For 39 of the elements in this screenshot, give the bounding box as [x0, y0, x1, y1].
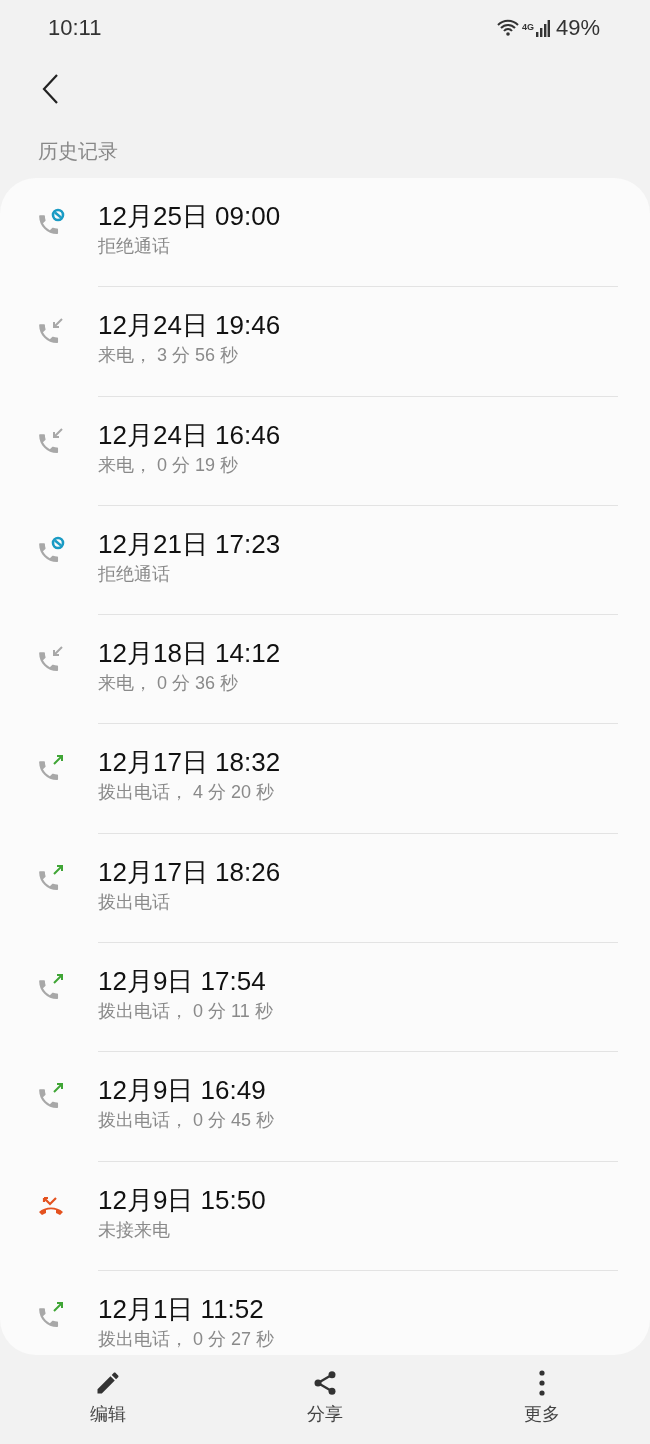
call-detail: 拒绝通话	[98, 235, 171, 258]
call-datetime: 12月17日 18:26	[98, 855, 282, 888]
call-detail: 拨出电话， 4 分 20 秒	[98, 781, 276, 805]
call-datetime: 12月21日 17:23	[98, 527, 282, 560]
call-detail: 拨出电话， 0 分 11 秒	[98, 1000, 274, 1024]
rejected-call-icon	[36, 206, 66, 236]
call-detail: 拨出电话， 0 分 45 秒	[98, 1109, 276, 1133]
more-icon	[536, 1369, 547, 1397]
outgoing-call-icon	[36, 971, 66, 1002]
signal-icon	[535, 18, 550, 37]
section-title: 历史记录	[38, 138, 118, 164]
call-datetime: 12月24日 19:46	[98, 309, 282, 342]
call-datetime: 12月9日 16:49	[98, 1074, 267, 1107]
call-datetime: 12月17日 18:32	[98, 746, 282, 779]
toolbar-button[interactable]: 编辑	[0, 1355, 217, 1444]
toolbar-button[interactable]: 更多	[433, 1355, 650, 1444]
call-datetime: 12月1日 11:52	[98, 1292, 265, 1325]
network-type: 4G	[521, 21, 534, 34]
back-icon	[41, 73, 59, 105]
call-detail: 拒绝通话	[98, 562, 171, 586]
toolbar-button[interactable]: 分享	[216, 1355, 434, 1444]
call-datetime: 12月25日 09:00	[98, 200, 282, 232]
outgoing-call-icon	[36, 1080, 66, 1111]
call-datetime: 12月9日 17:54	[98, 965, 267, 998]
call-detail: 拨出电话， 0 分 27 秒	[98, 1327, 276, 1351]
call-detail: 来电， 0 分 19 秒	[98, 453, 240, 477]
incoming-call-icon	[36, 315, 66, 346]
call-detail: 来电， 3 分 56 秒	[98, 344, 240, 368]
call-detail: 来电， 0 分 36 秒	[98, 672, 240, 696]
call-detail: 未接来电	[98, 1218, 171, 1242]
call-datetime: 12月24日 16:46	[98, 418, 282, 451]
wifi-icon	[495, 17, 520, 38]
call-detail: 拨出电话	[98, 890, 171, 914]
call-datetime: 12月9日 15:50	[98, 1183, 267, 1216]
battery-level: 49%	[555, 14, 600, 42]
status-time: 10:11	[48, 14, 102, 42]
outgoing-call-icon	[36, 752, 66, 783]
call-datetime: 12月18日 14:12	[98, 637, 282, 670]
incoming-call-icon	[36, 643, 66, 674]
